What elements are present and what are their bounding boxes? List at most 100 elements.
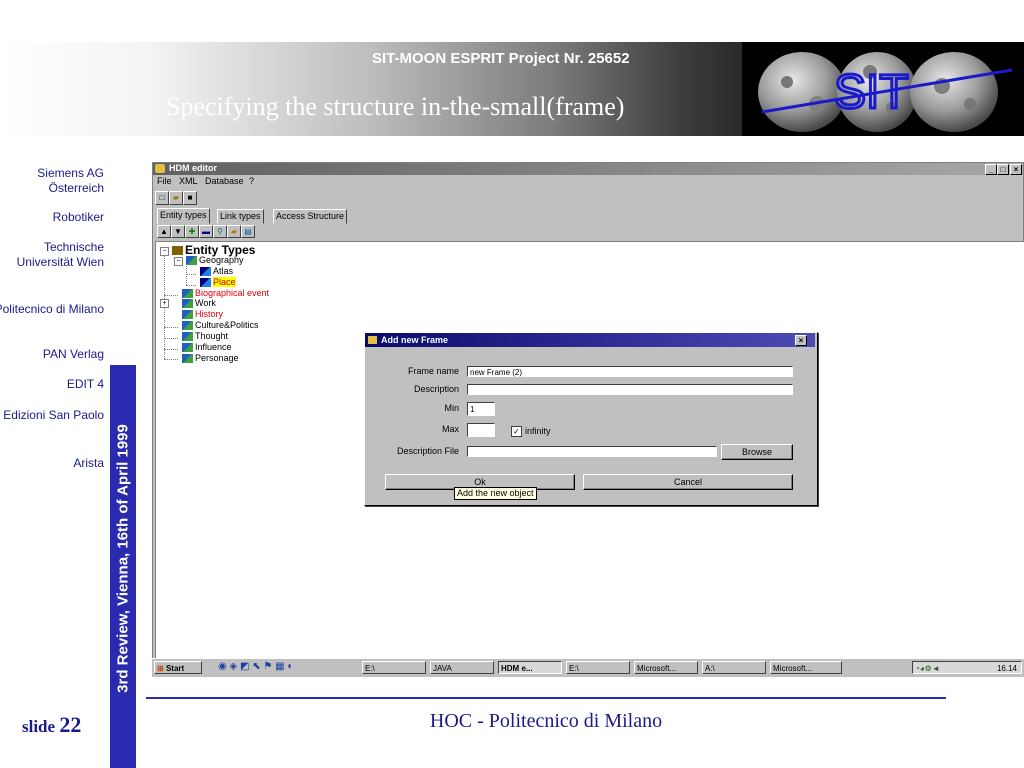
partner-siemens: Siemens AG Österreich	[37, 166, 104, 195]
browse-button[interactable]: Browse	[721, 444, 793, 460]
tab-entity-types[interactable]: Entity types	[157, 208, 210, 224]
start-button[interactable]: ⊞ Start	[154, 661, 202, 674]
slide-number: 22	[59, 712, 82, 737]
entity-icon	[182, 299, 193, 309]
expand-toggle[interactable]: +	[160, 299, 169, 308]
tree-item-atlas[interactable]: Atlas	[200, 266, 233, 277]
collapse-toggle[interactable]: −	[160, 247, 169, 256]
partner-arista: Arista	[73, 456, 104, 470]
add-new-frame-dialog: Add new Frame × Frame name new Frame (2)…	[364, 332, 818, 506]
menu-help[interactable]: ?	[249, 176, 254, 186]
slide-title: Specifying the structure in-the-small(fr…	[166, 92, 625, 121]
description-file-input[interactable]	[467, 446, 717, 457]
entity-icon	[200, 267, 211, 277]
max-input[interactable]	[467, 423, 495, 437]
description-label: Description	[413, 384, 459, 394]
description-file-label: Description File	[396, 446, 459, 456]
menu-file[interactable]: File	[157, 176, 172, 186]
tree-item-place[interactable]: Place	[200, 277, 236, 288]
moon-logo-graphic: SIT	[758, 52, 1013, 132]
task-drive-e[interactable]: E:\	[362, 661, 426, 674]
entity-icon	[182, 343, 193, 353]
tree-item-history[interactable]: History	[182, 309, 223, 320]
footer-text: HOC - Politecnico di Milano	[429, 710, 663, 732]
close-button[interactable]: ×	[1010, 164, 1022, 175]
description-input[interactable]	[467, 384, 793, 395]
app-icon	[155, 164, 165, 173]
partner-pan-verlag: PAN Verlag	[42, 347, 104, 361]
folder-icon[interactable]: ▰	[227, 225, 241, 238]
dialog-title: Add new Frame	[381, 335, 449, 345]
frame-name-label: Frame name	[407, 366, 459, 376]
tree-line	[164, 338, 178, 339]
move-down-icon[interactable]: ▼	[171, 225, 185, 238]
entity-icon	[182, 310, 193, 320]
add-entity-icon[interactable]: ✚	[185, 225, 199, 238]
dialog-close-button[interactable]: ×	[795, 335, 807, 346]
quick-launch-icons[interactable]: ◉ ◈ ◩ ⬉ ⚑ ▦ ◐	[218, 661, 293, 672]
partner-polimi: Politecnico di Milano	[0, 302, 104, 316]
tree-item-biographical-event[interactable]: Biographical event	[182, 288, 269, 299]
hierarchy-icon[interactable]: ⚲	[213, 225, 227, 238]
partner-edit4: EDIT 4	[66, 377, 104, 391]
ok-tooltip: Add the new object	[454, 487, 537, 500]
new-file-icon[interactable]: □	[155, 191, 169, 205]
tree-item-culture-politics[interactable]: Culture&Politics	[182, 320, 259, 331]
entity-icon	[200, 278, 211, 288]
tray-icons[interactable]: ◔◕⚙◄	[915, 664, 940, 673]
project-title: SIT-MOON ESPRIT Project Nr. 25652	[372, 50, 630, 67]
remove-entity-icon[interactable]: ▬	[199, 225, 213, 238]
tree-item-influence[interactable]: Influence	[182, 342, 232, 353]
taskbar: ⊞ Start ◉ ◈ ◩ ⬉ ⚑ ▦ ◐ E:\ JAVA HDM e... …	[152, 658, 1024, 677]
footer-divider	[146, 697, 946, 699]
vertical-banner: 3rd Review, Vienna, 16th of April 1999	[110, 365, 136, 768]
logo-text: SIT	[834, 66, 909, 119]
task-drive-a[interactable]: A:\	[702, 661, 766, 674]
window-titlebar[interactable]: HDM editor _ □ ×	[153, 163, 1023, 175]
task-microsoft-2[interactable]: Microsoft...	[770, 661, 842, 674]
clock: 16.14	[996, 664, 1017, 673]
tree-item-work[interactable]: Work	[182, 298, 216, 309]
cancel-button[interactable]: Cancel	[583, 474, 793, 490]
slide-word: slide	[22, 717, 56, 736]
tab-link-types[interactable]: Link types	[217, 209, 264, 224]
entity-types-icon	[172, 246, 183, 256]
open-folder-icon[interactable]: ▰	[169, 191, 183, 205]
tree-item-personage[interactable]: Personage	[182, 353, 239, 364]
partner-tu-wien: Technische Universität Wien	[16, 240, 104, 269]
tab-access-structure[interactable]: Access Structure	[273, 209, 348, 224]
frame-name-input[interactable]: new Frame (2)	[467, 366, 793, 377]
tree-item-thought[interactable]: Thought	[182, 331, 228, 342]
dialog-app-icon	[368, 336, 377, 344]
task-microsoft-1[interactable]: Microsoft...	[634, 661, 698, 674]
entity-icon	[182, 332, 193, 342]
entity-icon	[182, 321, 193, 331]
task-drive-e-2[interactable]: E:\	[566, 661, 630, 674]
min-input[interactable]: 1	[467, 402, 495, 416]
task-hdm-editor[interactable]: HDM e...	[498, 661, 562, 674]
menu-xml[interactable]: XML	[179, 176, 198, 186]
max-label: Max	[441, 424, 459, 434]
tree-line	[164, 349, 178, 350]
sit-logo: SIT	[742, 42, 1024, 136]
partner-robotiker: Robotiker	[52, 210, 104, 224]
task-java[interactable]: JAVA	[430, 661, 494, 674]
properties-icon[interactable]: ▤	[241, 225, 255, 238]
menu-database[interactable]: Database	[205, 176, 244, 186]
minimize-button[interactable]: _	[985, 164, 997, 175]
collapse-toggle[interactable]: −	[174, 257, 183, 266]
tree-item-geography[interactable]: Geography	[186, 255, 244, 266]
entity-icon	[182, 354, 193, 364]
windows-logo-icon: ⊞	[157, 664, 164, 673]
tree-line	[186, 285, 196, 286]
partner-san-paolo: Edizioni San Paolo	[3, 408, 104, 422]
save-disk-icon[interactable]: ■	[183, 191, 197, 205]
dialog-titlebar[interactable]: Add new Frame ×	[365, 333, 815, 347]
move-up-icon[interactable]: ▲	[157, 225, 171, 238]
slide-number-label: slide 22	[22, 712, 81, 738]
entity-icon	[186, 256, 197, 266]
min-label: Min	[444, 403, 459, 413]
maximize-button[interactable]: □	[997, 164, 1009, 175]
review-date-text: 3rd Review, Vienna, 16th of April 1999	[114, 424, 132, 693]
infinity-checkbox[interactable]: ✓	[511, 426, 522, 437]
